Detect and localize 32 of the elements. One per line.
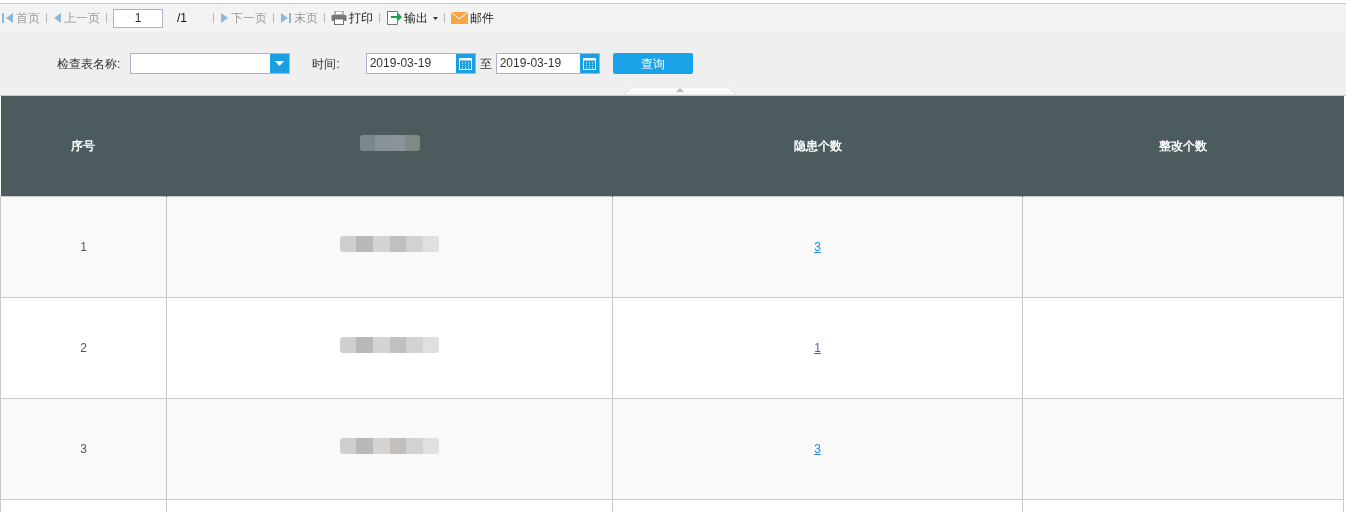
hazard-count-link[interactable]: 1 bbox=[814, 340, 821, 355]
time-label: 时间: bbox=[312, 55, 340, 73]
next-page-icon bbox=[220, 12, 229, 24]
dropdown-caret-icon[interactable] bbox=[270, 54, 290, 73]
date-from-field[interactable]: 2019-03-19 bbox=[365, 53, 476, 74]
row-number: 1 bbox=[80, 239, 87, 254]
calendar-icon[interactable] bbox=[455, 54, 475, 73]
first-page-icon bbox=[2, 12, 14, 24]
printer-icon bbox=[331, 11, 347, 25]
document-arrow-icon bbox=[386, 10, 402, 26]
checklist-name-dropdown[interactable] bbox=[130, 53, 291, 74]
last-page-icon bbox=[280, 12, 292, 24]
previous-page-icon bbox=[53, 12, 62, 24]
print-button[interactable]: 打印 bbox=[331, 9, 373, 27]
calendar-icon[interactable] bbox=[579, 54, 599, 73]
hazard-count-link[interactable]: 3 bbox=[814, 441, 821, 456]
caret-icon bbox=[433, 16, 438, 20]
column-header: 隐患个数 bbox=[793, 138, 842, 153]
page-total: /1 bbox=[177, 10, 187, 27]
envelope-icon bbox=[451, 12, 468, 24]
column-header: 序号 bbox=[71, 138, 96, 153]
date-to-field[interactable]: 2019-03-19 bbox=[495, 53, 600, 74]
row-number: 3 bbox=[80, 441, 87, 456]
row-number: 2 bbox=[80, 340, 87, 355]
range-separator: 至 bbox=[479, 55, 492, 73]
mail-button[interactable]: 邮件 bbox=[451, 9, 494, 27]
checklist-name-label: 检查表名称: bbox=[57, 55, 121, 73]
collapse-handle[interactable] bbox=[624, 87, 736, 95]
export-button[interactable]: 输出 bbox=[386, 9, 438, 27]
page-number-field[interactable]: 1 bbox=[113, 8, 163, 28]
column-header: 整改个数 bbox=[1159, 138, 1207, 153]
hazard-count-link[interactable]: 3 bbox=[814, 239, 821, 254]
